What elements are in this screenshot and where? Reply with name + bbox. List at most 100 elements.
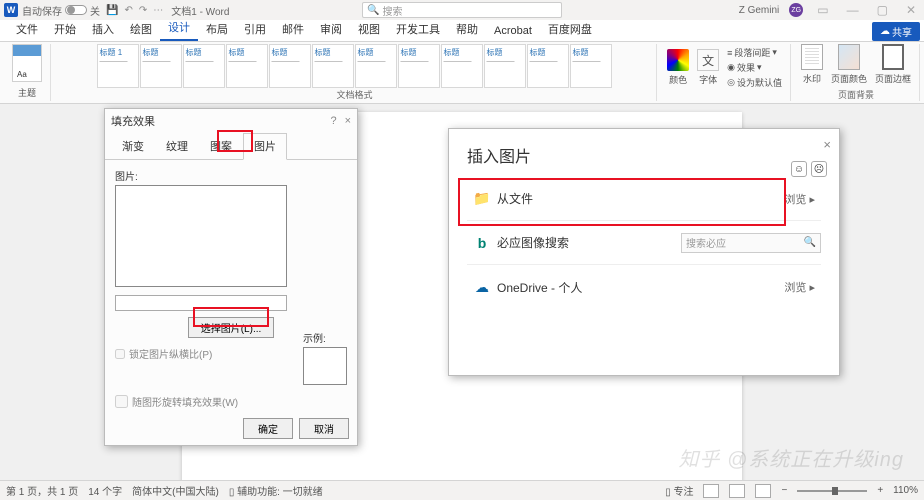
style-item[interactable]: 标题―――― xyxy=(140,44,182,88)
search-input[interactable]: 🔍 搜索 xyxy=(362,2,562,18)
insert-dialog-close-icon[interactable]: × xyxy=(823,137,831,152)
word-count[interactable]: 14 个字 xyxy=(88,483,122,498)
word-app-icon: W xyxy=(4,3,18,17)
tab-help[interactable]: 帮助 xyxy=(448,17,486,41)
tab-baidu[interactable]: 百度网盘 xyxy=(540,17,600,41)
style-item[interactable]: 标题―――― xyxy=(269,44,311,88)
web-layout-icon[interactable] xyxy=(755,484,771,498)
watermark-button[interactable]: 水印 xyxy=(797,44,827,85)
onedrive-icon: ☁ xyxy=(467,279,497,296)
select-picture-button[interactable]: 选择图片(L)... xyxy=(188,317,275,338)
cancel-button[interactable]: 取消 xyxy=(299,418,349,439)
themes-button[interactable]: 主题 xyxy=(8,44,46,99)
style-item[interactable]: 标题―――― xyxy=(355,44,397,88)
tab-layout[interactable]: 布局 xyxy=(198,17,236,41)
browse-onedrive-link[interactable]: 浏览 ▸ xyxy=(784,279,821,295)
style-item[interactable]: 标题―――― xyxy=(441,44,483,88)
onedrive-row[interactable]: ☁ OneDrive - 个人 浏览 ▸ xyxy=(467,265,821,309)
save-icon[interactable]: 💾 xyxy=(106,5,118,16)
feedback-sad-icon[interactable]: ☹ xyxy=(811,161,827,177)
zoom-slider[interactable] xyxy=(797,490,867,492)
page-color-button[interactable]: 页面颜色 xyxy=(827,44,871,85)
language[interactable]: 简体中文(中国大陆) xyxy=(132,483,219,498)
tab-review[interactable]: 审阅 xyxy=(312,17,350,41)
colors-button[interactable]: 颜色 xyxy=(663,44,693,91)
tab-developer[interactable]: 开发工具 xyxy=(388,17,448,41)
set-default-button[interactable]: ◎ 设为默认值 xyxy=(727,76,782,89)
read-mode-icon[interactable] xyxy=(703,484,719,498)
tab-file[interactable]: 文件 xyxy=(8,17,46,41)
tab-draw[interactable]: 绘图 xyxy=(122,17,160,41)
zoom-in-button[interactable]: + xyxy=(877,485,883,496)
from-file-icon: 📁 xyxy=(467,190,497,207)
feedback-happy-icon[interactable]: ☺ xyxy=(791,161,807,177)
insert-dialog-title: 插入图片 xyxy=(467,143,821,167)
tab-home[interactable]: 开始 xyxy=(46,17,84,41)
fonts-button[interactable]: 文字体 xyxy=(693,44,723,91)
redo-icon[interactable]: ↷ xyxy=(139,5,147,16)
focus-mode[interactable]: ▯ 专注 xyxy=(665,483,693,498)
tab-insert[interactable]: 插入 xyxy=(84,17,122,41)
insert-picture-dialog: × 插入图片 ☺ ☹ 📁 从文件 浏览 ▸ b 必应图像搜索 搜索必应 🔍 ☁ … xyxy=(448,128,840,376)
style-item[interactable]: 标题 1―――― xyxy=(97,44,139,88)
tab-mailings[interactable]: 邮件 xyxy=(274,17,312,41)
zoom-level[interactable]: 110% xyxy=(893,485,918,496)
fill-effects-dialog: 填充效果 ? × 渐变 纹理 图案 图片 图片: 选择图片(L)... 锁定图片… xyxy=(104,108,358,446)
example-section: 示例: xyxy=(303,328,347,385)
style-gallery[interactable]: 标题 1―――― 标题―――― 标题―――― 标题―――― 标题―――― 标题―… xyxy=(97,44,613,88)
tab-view[interactable]: 视图 xyxy=(350,17,388,41)
tab-pattern[interactable]: 图案 xyxy=(199,133,243,159)
fonts-icon: 文 xyxy=(697,49,719,71)
quick-access-toolbar: 💾 ↶ ↷ ⋯ xyxy=(106,5,163,16)
style-item[interactable]: 标题―――― xyxy=(312,44,354,88)
maximize-icon[interactable]: ▢ xyxy=(873,3,892,17)
tab-references[interactable]: 引用 xyxy=(236,17,274,41)
style-item[interactable]: 标题―――― xyxy=(398,44,440,88)
ok-button[interactable]: 确定 xyxy=(243,418,293,439)
zoom-out-button[interactable]: − xyxy=(781,485,787,496)
page-info[interactable]: 第 1 页，共 1 页 xyxy=(6,483,78,498)
from-file-row[interactable]: 📁 从文件 浏览 ▸ xyxy=(467,177,821,221)
qat-more-icon[interactable]: ⋯ xyxy=(153,5,163,16)
page-border-button[interactable]: 页面边框 xyxy=(871,44,915,85)
effects-button[interactable]: ◉ 效果 ▾ xyxy=(727,61,782,74)
tab-acrobat[interactable]: Acrobat xyxy=(486,21,540,41)
page-border-icon xyxy=(882,44,904,70)
dialog-help-icon[interactable]: ? xyxy=(330,115,336,127)
picture-preview xyxy=(115,185,287,287)
style-item[interactable]: 标题―――― xyxy=(570,44,612,88)
undo-icon[interactable]: ↶ xyxy=(124,5,132,16)
accessibility-status[interactable]: ▯ 辅助功能: 一切就绪 xyxy=(229,483,323,498)
autosave-switch-icon[interactable] xyxy=(65,5,87,15)
close-window-icon[interactable]: ✕ xyxy=(902,3,920,17)
dialog-close-icon[interactable]: × xyxy=(345,115,351,127)
style-item[interactable]: 标题―――― xyxy=(183,44,225,88)
tab-gradient[interactable]: 渐变 xyxy=(111,133,155,159)
rotate-fill-checkbox[interactable]: 随图形旋转填充效果(W) xyxy=(115,394,238,409)
tab-picture[interactable]: 图片 xyxy=(243,133,287,160)
browse-file-link[interactable]: 浏览 ▸ xyxy=(784,191,821,207)
style-item[interactable]: 标题―――― xyxy=(226,44,268,88)
group-label-docformat: 文档格式 xyxy=(337,88,373,101)
bing-search-row[interactable]: b 必应图像搜索 搜索必应 🔍 xyxy=(467,221,821,265)
page-color-icon xyxy=(838,44,860,70)
user-avatar[interactable]: ZG xyxy=(789,3,803,17)
ribbon-display-icon[interactable]: ▭ xyxy=(813,3,832,17)
tab-texture[interactable]: 纹理 xyxy=(155,133,199,159)
user-name-label[interactable]: Z Gemini xyxy=(739,5,780,16)
group-label-pagebg: 页面背景 xyxy=(838,88,874,101)
style-item[interactable]: 标题―――― xyxy=(484,44,526,88)
theme-icon xyxy=(12,44,42,82)
minimize-icon[interactable]: — xyxy=(843,3,863,17)
bing-search-input[interactable]: 搜索必应 🔍 xyxy=(681,233,821,253)
style-item[interactable]: 标题―――― xyxy=(527,44,569,88)
dialog-title: 填充效果 xyxy=(111,113,155,129)
print-layout-icon[interactable] xyxy=(729,484,745,498)
ribbon-body: 主题 标题 1―――― 标题―――― 标题―――― 标题―――― 标题―――― … xyxy=(0,42,924,104)
paragraph-spacing-button[interactable]: ≡ 段落间距 ▾ xyxy=(727,46,782,59)
ribbon-tabs: 文件 开始 插入 绘图 设计 布局 引用 邮件 审阅 视图 开发工具 帮助 Ac… xyxy=(0,20,924,42)
share-button[interactable]: ☁ 共享 xyxy=(872,22,920,41)
bing-search-icon[interactable]: 🔍 xyxy=(804,237,816,248)
tab-design[interactable]: 设计 xyxy=(160,15,198,41)
autosave-toggle[interactable]: 自动保存 关 xyxy=(22,3,100,18)
